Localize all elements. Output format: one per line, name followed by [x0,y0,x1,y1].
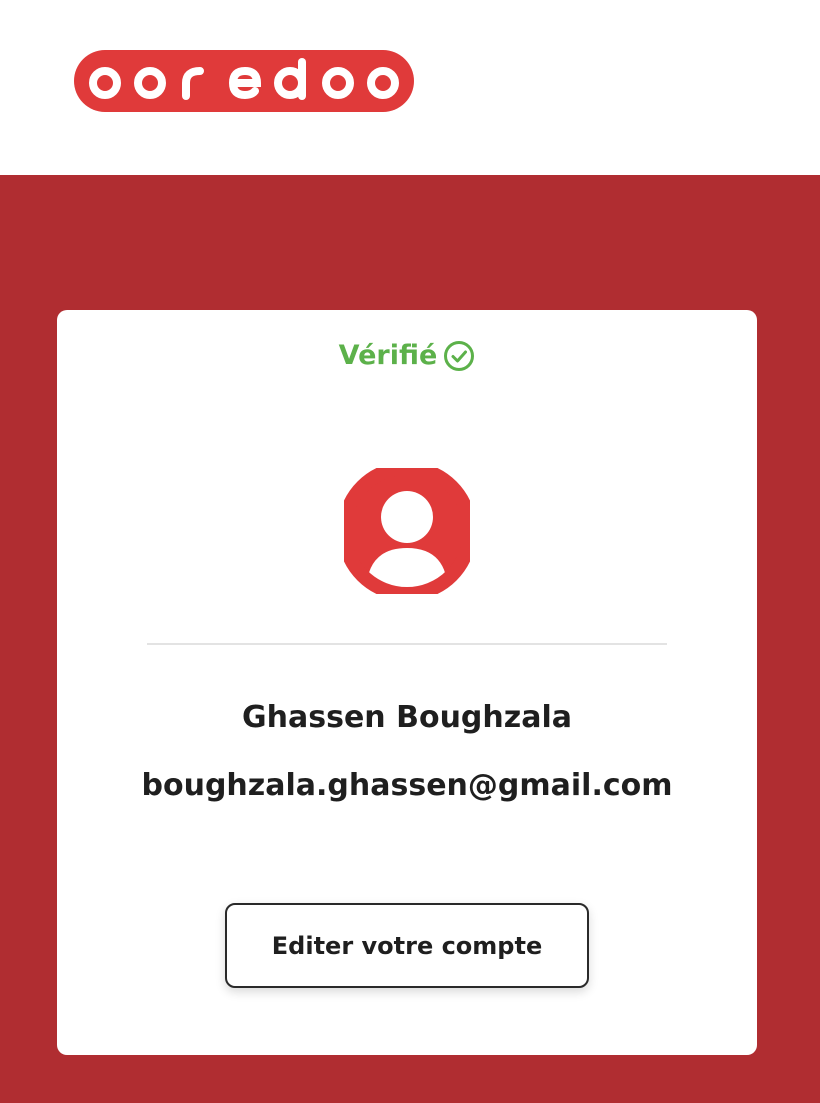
ooredoo-logo[interactable] [74,50,414,112]
ooredoo-logo-graphic [74,50,414,112]
verified-status: Vérifié [57,340,757,372]
profile-card: Vérifié Ghassen Boughzala boughzala.ghas… [57,310,757,1055]
divider [147,643,667,645]
edit-account-button[interactable]: Editer votre compte [225,903,589,988]
user-email: boughzala.ghassen@gmail.com [141,768,673,803]
verified-label: Vérifié [338,340,438,371]
header [0,0,820,175]
check-circle-icon [443,340,475,372]
user-avatar-icon [337,461,477,601]
user-name: Ghassen Boughzala [242,700,572,735]
